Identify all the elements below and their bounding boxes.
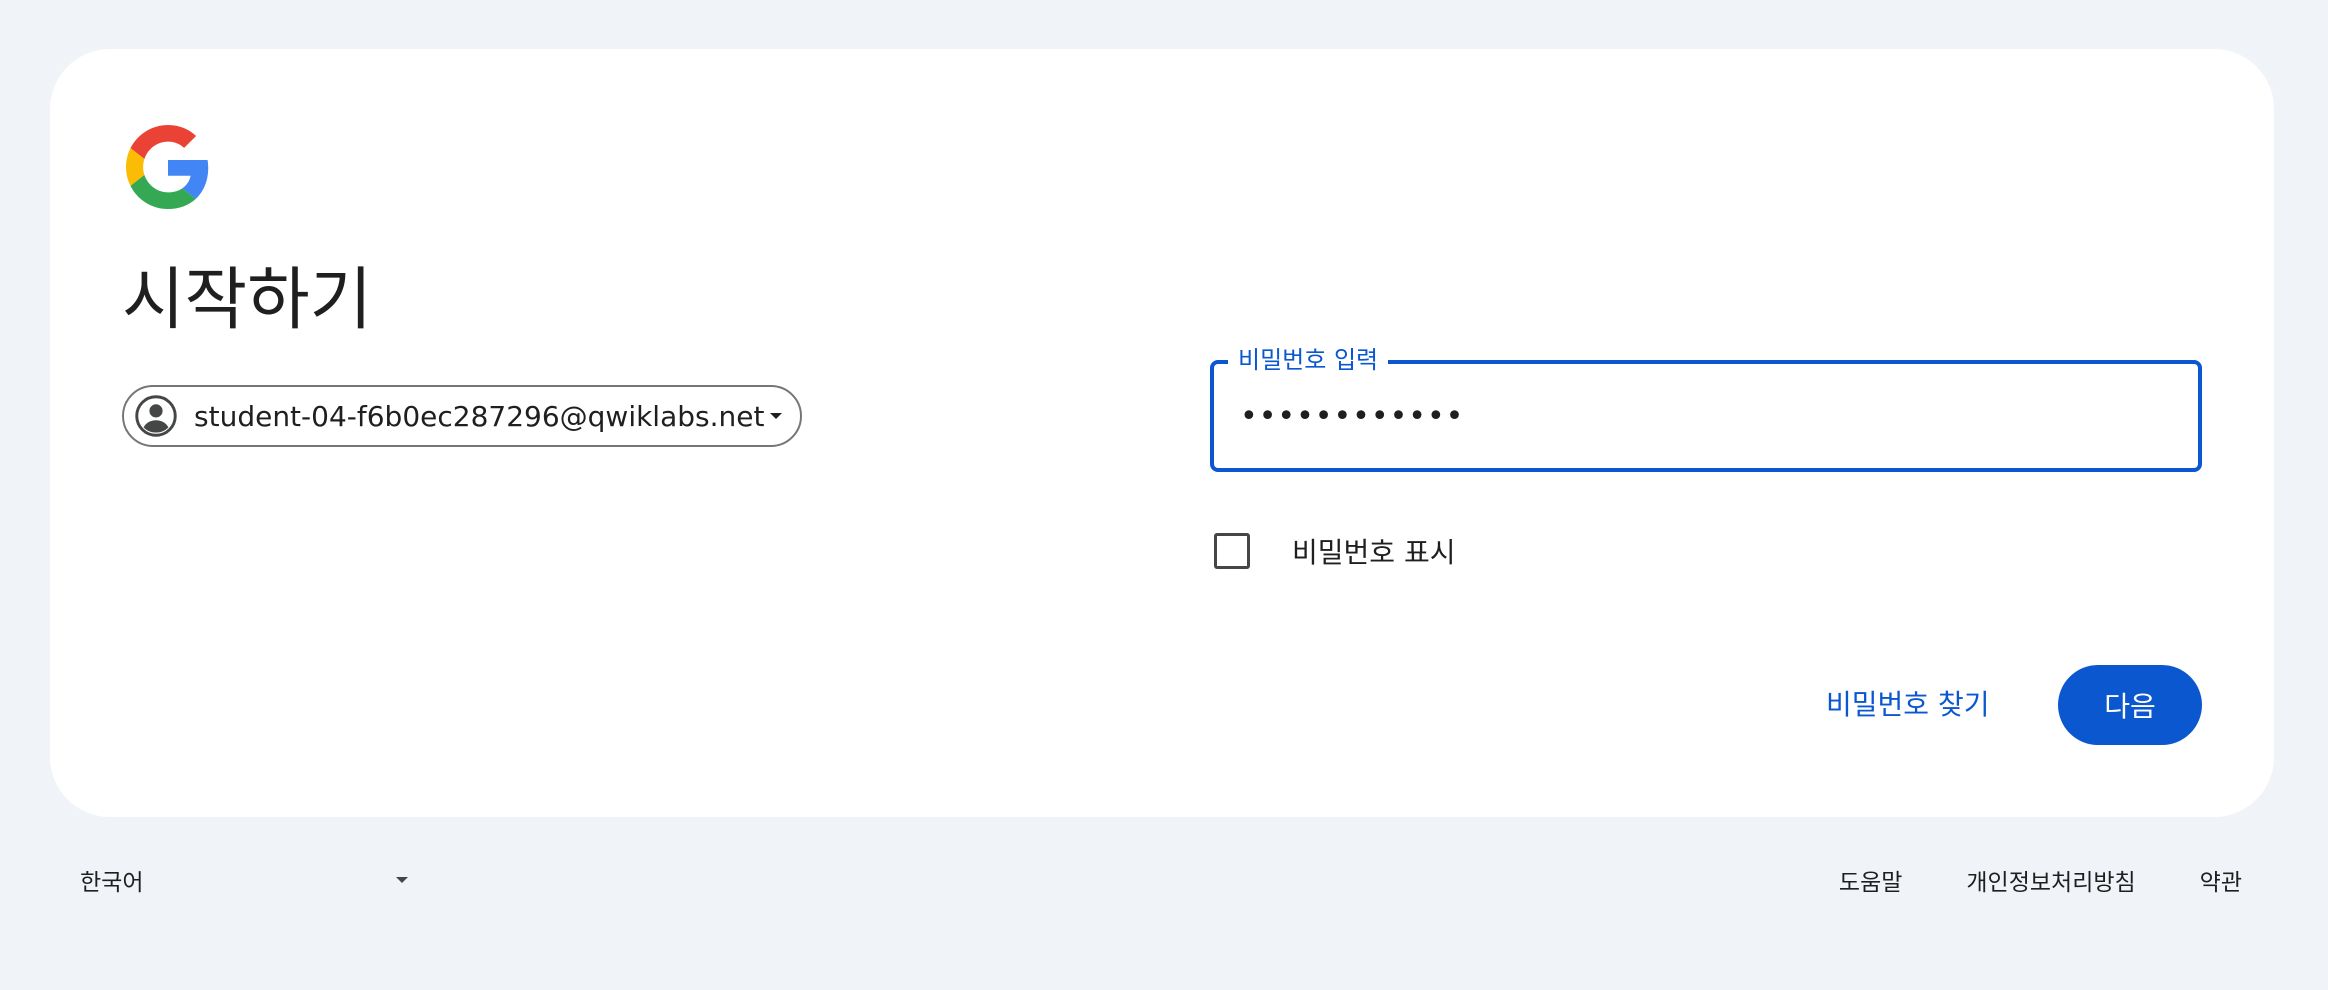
chevron-down-icon [396, 877, 408, 883]
terms-link[interactable]: 약관 [2200, 863, 2242, 897]
privacy-link[interactable]: 개인정보처리방침 [1966, 863, 2135, 897]
footer: 한국어 도움말 개인정보처리방침 약관 [0, 860, 2328, 900]
account-chip[interactable]: student-04-f6b0ec287296@qwiklabs.net [122, 385, 802, 447]
chevron-down-icon [770, 413, 783, 419]
help-link[interactable]: 도움말 [1839, 863, 1902, 897]
language-label: 한국어 [80, 870, 144, 896]
show-password-label: 비밀번호 표시 [1292, 536, 1456, 569]
language-select[interactable]: 한국어 [80, 860, 420, 900]
password-field[interactable]: 비밀번호 입력 [1210, 342, 2202, 472]
next-button[interactable]: 다음 [2058, 665, 2202, 745]
google-logo-icon [126, 125, 209, 209]
password-input[interactable] [1240, 386, 2170, 446]
page-title: 시작하기 [122, 261, 373, 340]
sign-in-card: 시작하기 student-04-f6b0ec287296@qwiklabs.ne… [50, 49, 2274, 817]
show-password-checkbox[interactable] [1214, 533, 1250, 569]
footer-links: 도움말 개인정보처리방침 약관 [1775, 860, 2242, 900]
password-label: 비밀번호 입력 [1228, 342, 1389, 378]
account-circle-icon [135, 395, 177, 437]
forgot-password-link[interactable]: 비밀번호 찾기 [1826, 683, 1989, 723]
account-email: student-04-f6b0ec287296@qwiklabs.net [194, 399, 765, 433]
show-password-toggle[interactable]: 비밀번호 표시 [1214, 531, 1455, 571]
